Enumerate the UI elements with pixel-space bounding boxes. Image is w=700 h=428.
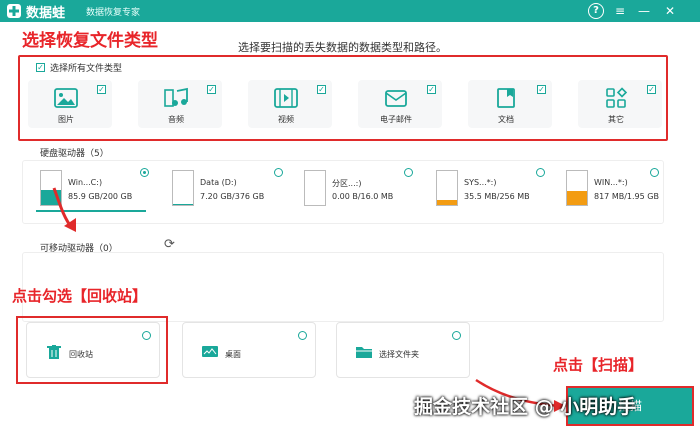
arrow-to-removable: [52, 187, 74, 229]
watermark-text: 掘金技术社区 @ 小明助手: [414, 396, 637, 418]
annotation-arrows: [52, 187, 566, 412]
